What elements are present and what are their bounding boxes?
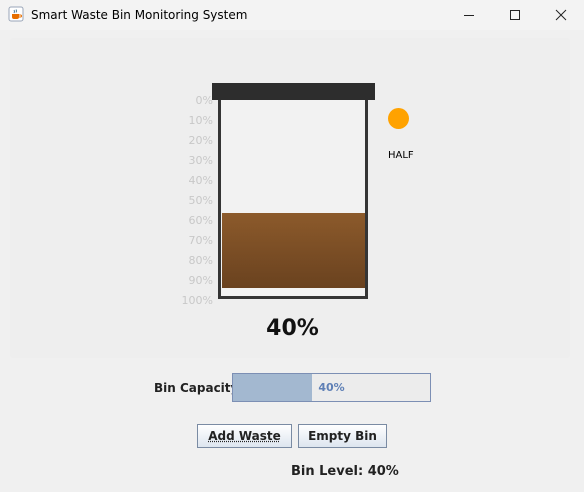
minimize-icon	[464, 15, 474, 16]
scale-label: 70%	[188, 234, 213, 247]
scale-label: 60%	[188, 214, 213, 227]
bin-lid	[212, 83, 375, 100]
scale-label: 80%	[188, 254, 213, 267]
bin-capacity-label: Bin Capacity:	[154, 381, 244, 395]
scale-label: 100%	[181, 294, 213, 307]
scale-label: 40%	[188, 174, 213, 187]
scale-label: 0%	[195, 94, 213, 107]
close-icon	[555, 9, 567, 21]
maximize-button[interactable]	[492, 0, 538, 30]
window-title: Smart Waste Bin Monitoring System	[31, 8, 248, 22]
close-button[interactable]	[538, 0, 584, 30]
status-label: HALF	[388, 150, 414, 161]
status-indicator-light	[388, 108, 409, 129]
java-cup-icon	[8, 6, 24, 22]
bin-waste-fill	[222, 213, 365, 288]
maximize-icon	[510, 10, 520, 20]
minimize-button[interactable]	[446, 0, 492, 30]
title-bar[interactable]: Smart Waste Bin Monitoring System	[0, 0, 584, 30]
scale-label: 90%	[188, 274, 213, 287]
bin-capacity-progress-bar: 40%	[232, 373, 431, 402]
app-window: Smart Waste Bin Monitoring System 0% 10% 2…	[0, 0, 584, 492]
scale-label: 50%	[188, 194, 213, 207]
add-waste-label: Add Waste	[208, 429, 281, 443]
bin-level-status: Bin Level: 40%	[291, 464, 399, 479]
scale-label: 20%	[188, 134, 213, 147]
add-waste-button[interactable]: Add Waste	[197, 424, 292, 448]
scale-label: 10%	[188, 114, 213, 127]
progress-text: 40%	[318, 381, 345, 394]
bin-percent-display: 40%	[266, 316, 319, 341]
scale-label: 30%	[188, 154, 213, 167]
empty-bin-button[interactable]: Empty Bin	[298, 424, 387, 448]
